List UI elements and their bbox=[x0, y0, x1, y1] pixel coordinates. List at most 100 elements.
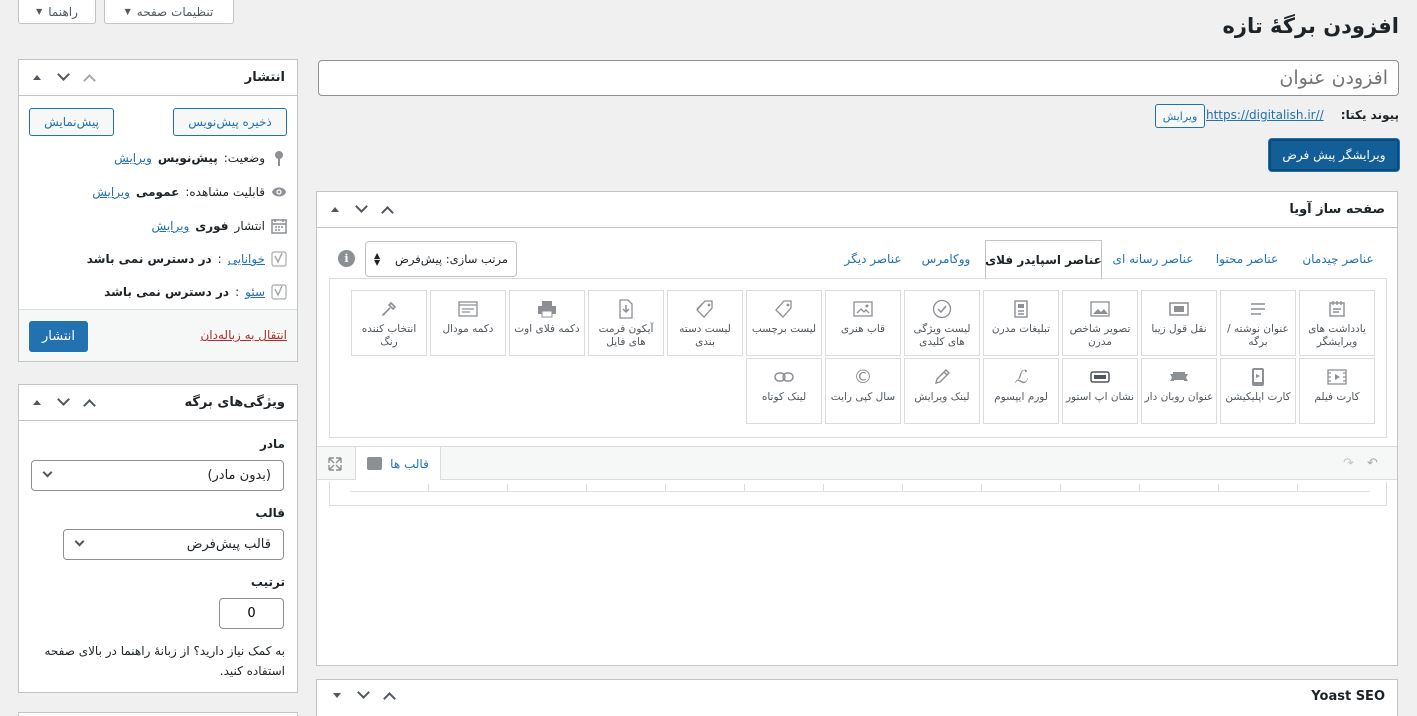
link-icon bbox=[774, 367, 794, 387]
archive-box-icon bbox=[367, 457, 383, 470]
status-edit-link[interactable]: ویرایش bbox=[114, 151, 152, 165]
sort-arrows-icon: ▲ ▼ bbox=[374, 251, 381, 267]
yoast-icon bbox=[271, 284, 287, 300]
tab-spiderfly-elements[interactable]: عناصر اسپایدر فلای bbox=[985, 240, 1102, 280]
seo-link[interactable]: سئو bbox=[245, 285, 265, 299]
element-lorem-ipsum[interactable]: ℒ لورم ایپسوم bbox=[983, 358, 1059, 424]
tab-other-elements[interactable]: عناصر دیگر bbox=[835, 240, 911, 278]
ad-panel-icon bbox=[1011, 299, 1031, 319]
move-to-trash-link[interactable]: انتقال به زباله‌دان bbox=[200, 328, 287, 342]
element-label: لیست دسته بندی bbox=[679, 323, 731, 348]
publish-time-edit-link[interactable]: ویرایش bbox=[152, 219, 190, 233]
element-label: نشان اپ استور bbox=[1065, 391, 1135, 403]
element-modern-featured-image[interactable]: تصویر شاخص مدرن bbox=[1062, 290, 1138, 356]
permalink-label: پیوند یکتا: bbox=[1340, 108, 1399, 122]
chevron-up-icon[interactable] bbox=[81, 68, 97, 87]
attributes-arrows bbox=[29, 392, 97, 412]
seo-row: سئو : در دسترس نمی باشد bbox=[104, 284, 287, 300]
default-editor-button[interactable]: ویرایشگر پیش فرض bbox=[1269, 139, 1399, 171]
move-down-icon[interactable] bbox=[329, 686, 345, 704]
visibility-label: قابلیت مشاهده: bbox=[185, 185, 265, 199]
post-title-input[interactable] bbox=[318, 60, 1399, 96]
chevron-down-icon[interactable] bbox=[355, 685, 371, 704]
move-up-icon[interactable] bbox=[29, 393, 45, 411]
move-up-icon[interactable] bbox=[29, 68, 45, 86]
element-modal-button[interactable]: دکمه مودال bbox=[430, 290, 506, 356]
tab-content-elements[interactable]: عناصر محتوا bbox=[1207, 240, 1287, 278]
element-short-link[interactable]: لینک کوتاه bbox=[746, 358, 822, 424]
move-up-icon[interactable] bbox=[327, 200, 343, 218]
template-select[interactable]: قالب پیش‌فرض bbox=[63, 529, 284, 560]
publish-button[interactable]: انتشار bbox=[29, 321, 88, 352]
publish-header: انتشار bbox=[19, 60, 297, 96]
element-label: کارت فیلم bbox=[1314, 391, 1360, 403]
element-tag-list[interactable]: لیست برچسب bbox=[746, 290, 822, 356]
element-category-list[interactable]: لیست دسته بندی bbox=[667, 290, 743, 356]
help-tab-label: راهنما bbox=[48, 4, 78, 19]
file-download-icon bbox=[616, 299, 636, 319]
undo-icon[interactable]: ↶ bbox=[1367, 456, 1378, 471]
save-draft-button[interactable]: ذخیره پیش‌نویس bbox=[173, 108, 287, 136]
page-title: افزودن برگهٔ تازه bbox=[1222, 14, 1399, 38]
element-pull-quote[interactable]: نقل قول زیبا bbox=[1141, 290, 1217, 356]
chevron-down-icon[interactable] bbox=[353, 199, 369, 218]
screen-options-button[interactable]: ▼ تنظیمات صفحه bbox=[104, 0, 234, 24]
next-box-edge bbox=[18, 712, 298, 716]
element-modern-ads[interactable]: تبلیغات مدرن bbox=[983, 290, 1059, 356]
element-label: لیست برچسب bbox=[751, 323, 817, 335]
readability-link[interactable]: خوانایی bbox=[228, 252, 265, 266]
calendar-icon bbox=[271, 218, 287, 234]
caret-down-icon: ▼ bbox=[124, 7, 131, 16]
badge-icon bbox=[1090, 367, 1110, 387]
parent-select[interactable]: (بدون مادر) bbox=[31, 460, 284, 491]
element-color-picker[interactable]: انتخاب کننده رنگ bbox=[351, 290, 427, 356]
element-art-frame[interactable]: قاب هنری bbox=[825, 290, 901, 356]
publish-box: انتشار ذخیره پیش‌نویس پیش‌نمایش وضعیت: پ… bbox=[18, 59, 298, 362]
element-movie-card[interactable]: کارت فیلم bbox=[1299, 358, 1375, 424]
tab-woocommerce[interactable]: ووکامرس bbox=[913, 240, 979, 278]
sort-select[interactable]: مرتب سازی: پیش‌فرض ▲ ▼ bbox=[365, 241, 517, 277]
templates-button[interactable]: قالب ها bbox=[355, 447, 441, 480]
element-ribbon-title[interactable]: عنوان روبان دار bbox=[1141, 358, 1217, 424]
chevron-down-icon[interactable] bbox=[55, 67, 71, 86]
element-post-title[interactable]: عنوان نوشته / برگه bbox=[1220, 290, 1296, 356]
permalink-url[interactable]: https://digitalish.ir// bbox=[1206, 108, 1324, 122]
element-label: لینک ویرایش bbox=[914, 391, 970, 403]
element-label: یادداشت های ویرایشگر bbox=[1308, 323, 1366, 348]
chevron-down-icon[interactable] bbox=[55, 392, 71, 411]
tab-media-elements[interactable]: عناصر رسانه ای bbox=[1105, 240, 1201, 278]
permalink-edit-button[interactable]: ویرایش bbox=[1155, 104, 1205, 128]
element-app-card[interactable]: کارت اپلیکیشن bbox=[1220, 358, 1296, 424]
tab-layout-elements[interactable]: عناصر چیدمان bbox=[1293, 240, 1383, 278]
element-copyright-year[interactable]: © سال کپی رایت bbox=[825, 358, 901, 424]
element-edit-link[interactable]: لینک ویرایش bbox=[904, 358, 980, 424]
expand-icon[interactable] bbox=[327, 456, 343, 472]
order-input[interactable] bbox=[219, 598, 284, 629]
element-app-store-badge[interactable]: نشان اپ استور bbox=[1062, 358, 1138, 424]
eye-icon bbox=[271, 184, 287, 200]
element-file-format-icons[interactable]: آیکون فرمت های فایل bbox=[588, 290, 664, 356]
element-label: عنوان نوشته / برگه bbox=[1227, 323, 1289, 348]
redo-icon[interactable]: ↷ bbox=[1343, 456, 1354, 471]
element-key-features-list[interactable]: لیست ویژگی های کلیدی bbox=[904, 290, 980, 356]
sticky-note-icon bbox=[1327, 299, 1347, 319]
publish-title: انتشار bbox=[244, 70, 285, 85]
picture-frame-icon bbox=[853, 299, 873, 319]
visibility-edit-link[interactable]: ویرایش bbox=[92, 185, 130, 199]
parent-label: مادر bbox=[259, 437, 285, 451]
info-icon[interactable]: i bbox=[338, 250, 355, 267]
colon: : bbox=[235, 285, 240, 299]
element-label: سال کپی رایت bbox=[830, 391, 896, 403]
chevron-up-icon[interactable] bbox=[379, 200, 395, 219]
help-tab-button[interactable]: ▼ راهنما bbox=[18, 0, 96, 24]
element-label: نقل قول زیبا bbox=[1151, 323, 1207, 335]
chevron-up-icon[interactable] bbox=[381, 686, 397, 705]
chevron-up-icon[interactable] bbox=[81, 393, 97, 412]
builder-canvas[interactable] bbox=[329, 482, 1387, 506]
preview-button[interactable]: پیش‌نمایش bbox=[29, 108, 114, 136]
element-flyout-button[interactable]: دکمه فلای اوت bbox=[509, 290, 585, 356]
element-editor-notes[interactable]: یادداشت های ویرایشگر bbox=[1299, 290, 1375, 356]
visibility-row: قابلیت مشاهده: عمومی ویرایش bbox=[92, 184, 287, 200]
element-label: عنوان روبان دار bbox=[1144, 391, 1214, 403]
screen-options-label: تنظیمات صفحه bbox=[136, 4, 214, 19]
